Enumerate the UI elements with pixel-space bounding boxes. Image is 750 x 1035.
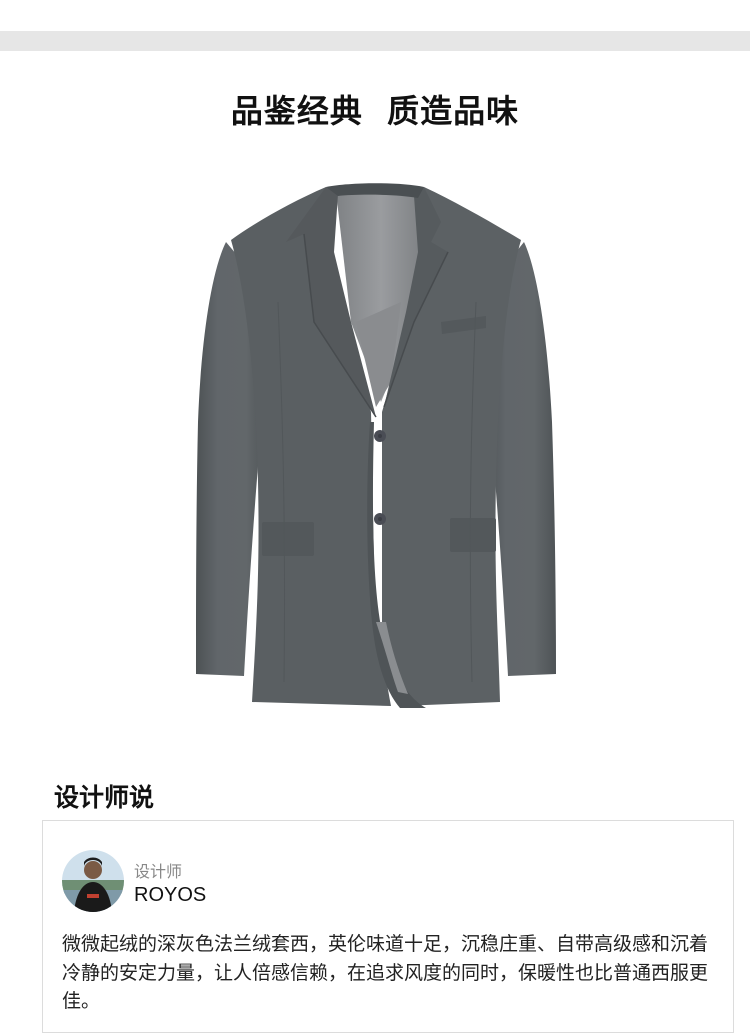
designer-role-label: 设计师 bbox=[134, 862, 183, 881]
page-headline: 品鉴经典 质造品味 bbox=[230, 92, 520, 130]
designer-card: 设计师 ROYOS 微微起绒的深灰色法兰绒套西，英伦味道十足，沉稳庄重、自带高级… bbox=[42, 820, 734, 1033]
designer-quote: 微微起绒的深灰色法兰绒套西，英伦味道十足，沉稳庄重、自带高级感和沉着冷静的安定力… bbox=[62, 933, 709, 1012]
top-divider-bar bbox=[0, 31, 750, 51]
designer-name: ROYOS bbox=[134, 884, 207, 906]
designer-avatar bbox=[62, 850, 124, 912]
designer-section-title: 设计师说 bbox=[54, 783, 155, 812]
suit-jacket-image bbox=[186, 182, 566, 714]
